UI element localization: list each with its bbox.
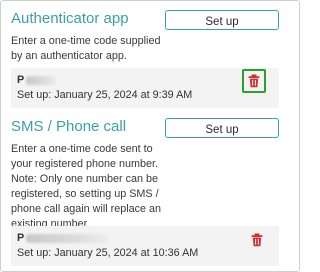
sms-setup-button[interactable]: Set up [165, 118, 279, 138]
trash-icon [251, 233, 263, 247]
sms-device-name: P [17, 232, 25, 244]
authenticator-title: Authenticator app [11, 10, 129, 27]
authenticator-description: Enter a one-time code supplied by an aut… [11, 35, 161, 62]
sms-device-setup-date: Set up: January 25, 2024 at 10:36 AM [17, 247, 199, 259]
redacted-text [26, 75, 57, 85]
sms-delete-button[interactable] [245, 228, 269, 252]
authenticator-device-card: P Set up: January 25, 2024 at 9:39 AM [11, 68, 279, 108]
mfa-methods-panel: Authenticator app Set up Enter a one-tim… [0, 0, 300, 272]
redacted-text [26, 233, 109, 243]
trash-icon [248, 74, 260, 88]
sms-description: Enter a one-time code sent to your regis… [11, 143, 162, 230]
sms-section: SMS / Phone call Set up Enter a one-time… [11, 118, 289, 268]
authenticator-device-name: P [17, 74, 25, 86]
authenticator-setup-button[interactable]: Set up [165, 10, 279, 30]
authenticator-delete-button[interactable] [242, 69, 266, 93]
authenticator-section: Authenticator app Set up Enter a one-tim… [11, 10, 289, 110]
authenticator-device-setup-date: Set up: January 25, 2024 at 9:39 AM [17, 89, 193, 101]
sms-device-card: P Set up: January 25, 2024 at 10:36 AM [11, 226, 279, 266]
sms-title: SMS / Phone call [11, 118, 127, 135]
